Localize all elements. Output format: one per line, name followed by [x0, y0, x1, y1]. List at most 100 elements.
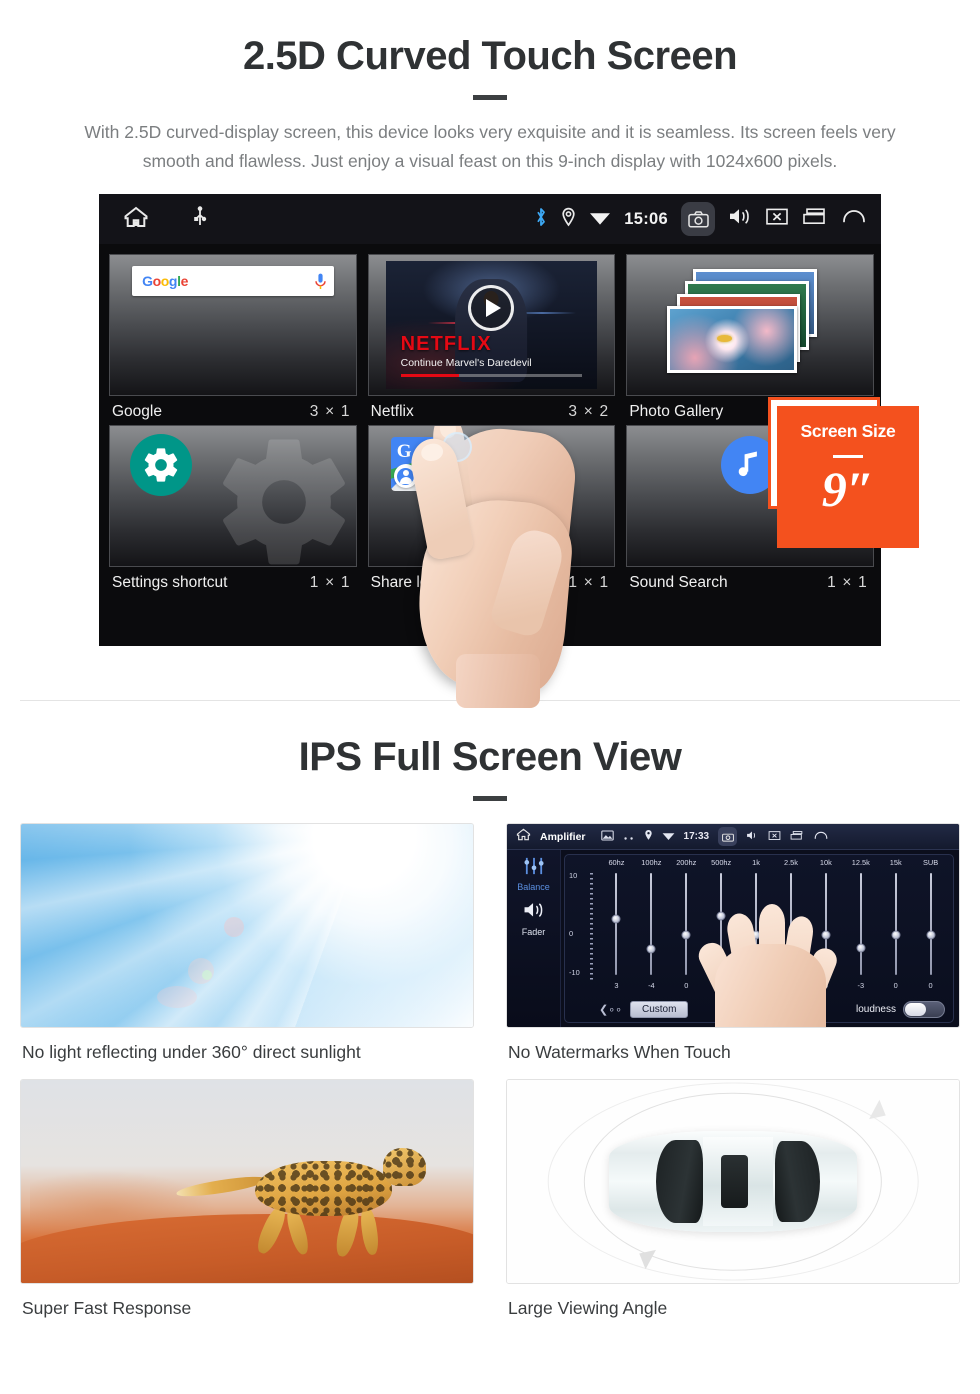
band-label: 1k [752, 858, 760, 867]
slider-track[interactable] [859, 873, 862, 975]
preset-button[interactable]: Custom [630, 1001, 689, 1018]
widget-size: 3 × 1 [309, 403, 351, 420]
close-icon[interactable] [768, 828, 781, 846]
volume-icon[interactable] [746, 828, 759, 846]
home-icon[interactable] [516, 828, 531, 846]
eq-slider-60hz[interactable]: 3 [599, 867, 634, 997]
widget-size: 1 × 1 [309, 574, 351, 591]
equalizer-panel: 60hz 100hz 200hz 500hz 1k 2.5k 10k 12.5k… [564, 854, 954, 1027]
cheetah-spots [255, 1161, 393, 1216]
widget-cell-google[interactable]: Google Google 3 × 1 [103, 250, 362, 421]
widget-size: 3 × 2 [568, 403, 610, 420]
volume-icon[interactable] [728, 207, 752, 231]
usb-icon[interactable] [193, 205, 207, 233]
recents-icon[interactable] [790, 828, 804, 846]
slider-knob[interactable] [611, 914, 621, 924]
band-label: 500hz [711, 858, 732, 867]
google-g-letter: G [396, 441, 412, 463]
page-dot[interactable] [472, 603, 508, 606]
band-label: 100hz [641, 858, 662, 867]
photo-frame-blossom [666, 306, 797, 373]
search-input[interactable]: Google [132, 266, 334, 297]
wifi-icon[interactable] [662, 828, 675, 846]
widget-meta-google: Google 3 × 1 [109, 396, 357, 421]
widget-cell-settings[interactable]: Settings shortcut 1 × 1 [103, 421, 362, 592]
fader-label[interactable]: Fader [522, 927, 546, 937]
equalizer-band-labels: 60hz 100hz 200hz 500hz 1k 2.5k 10k 12.5k… [565, 855, 953, 867]
gear-icon[interactable] [129, 434, 192, 497]
google-search-widget[interactable]: Google [109, 254, 357, 396]
eq-slider-12-5k[interactable]: -3 [843, 867, 878, 997]
loudness-toggle[interactable] [903, 1001, 945, 1018]
back-icon[interactable] [813, 828, 829, 846]
slider-track[interactable] [894, 873, 897, 975]
slider-track[interactable] [615, 873, 618, 975]
share-location-widget[interactable]: G [367, 425, 616, 567]
widget-label: Settings shortcut [112, 574, 228, 591]
widget-cell-share-location[interactable]: G Share location 1 × 1 [362, 421, 621, 592]
close-icon[interactable] [765, 207, 789, 231]
badge-divider [833, 455, 863, 458]
more-icon[interactable] [623, 828, 635, 846]
android-home-screen: 15:06 Google Google 3 × 1 NETFLIX Contin… [99, 194, 881, 646]
slider-knob[interactable] [646, 944, 656, 954]
bluetooth-icon[interactable] [534, 207, 548, 232]
camera-icon[interactable] [718, 827, 738, 846]
play-icon[interactable] [468, 285, 515, 332]
page-title: 2.5D Curved Touch Screen [242, 34, 738, 78]
feature-card-amplifier: Amplifier 17:33 Balance Fader 60hz 100hz… [506, 823, 960, 1063]
wifi-icon[interactable] [589, 208, 611, 231]
location-icon[interactable] [561, 207, 576, 232]
balance-label[interactable]: Balance [517, 882, 550, 892]
widget-label: Sound Search [629, 574, 728, 591]
page-dot[interactable] [426, 603, 462, 606]
eq-slider-100hz[interactable]: -4 [634, 867, 669, 997]
eq-slider-15k[interactable]: 0 [878, 867, 913, 997]
back-arrow-icon[interactable]: ❮∘∘ [599, 1003, 622, 1016]
location-icon[interactable] [644, 828, 653, 846]
camera-icon[interactable] [681, 202, 715, 236]
equalizer-icon[interactable] [523, 857, 545, 880]
loudness-control[interactable]: loudness [856, 1001, 945, 1018]
car-body [608, 1130, 858, 1233]
google-logo: Google [142, 273, 188, 290]
widget-cell-netflix[interactable]: NETFLIX Continue Marvel's Daredevil Netf… [362, 250, 621, 421]
slider-knob[interactable] [856, 943, 866, 953]
home-icon[interactable] [123, 206, 149, 233]
slider-knob[interactable] [681, 930, 691, 940]
touch-ripple [442, 431, 473, 462]
eq-slider-sub[interactable]: 0 [913, 867, 948, 997]
eq-slider-200hz[interactable]: 0 [669, 867, 704, 997]
cheetah-head [382, 1147, 427, 1187]
cheetah-body [255, 1161, 393, 1216]
slider-track[interactable] [650, 873, 653, 975]
page-dot-active[interactable] [518, 603, 554, 606]
band-label: 200hz [676, 858, 697, 867]
netflix-widget[interactable]: NETFLIX Continue Marvel's Daredevil [367, 254, 616, 396]
photo-gallery-widget[interactable] [626, 254, 874, 396]
band-value: 0 [893, 981, 898, 990]
card-caption: No Watermarks When Touch [508, 1042, 731, 1062]
amplifier-body: Balance Fader 60hz 100hz 200hz 500hz 1k … [507, 850, 959, 1027]
status-bar: 15:06 [99, 194, 881, 244]
slider-knob[interactable] [926, 930, 936, 940]
fader-speaker-icon[interactable] [522, 901, 546, 924]
scale-tick: 0 [569, 929, 574, 939]
touching-hand [694, 898, 841, 1027]
slider-track[interactable] [685, 873, 688, 975]
microphone-icon[interactable] [314, 273, 326, 290]
widget-meta-settings: Settings shortcut 1 × 1 [109, 567, 357, 592]
gallery-icon[interactable] [600, 828, 614, 846]
desert-scene [21, 1080, 473, 1283]
slider-track[interactable] [929, 873, 932, 975]
section-description: With 2.5D curved-display screen, this de… [84, 122, 896, 171]
band-label: 15k [889, 858, 902, 867]
scale-tick: -10 [569, 968, 580, 977]
recents-icon[interactable] [802, 207, 828, 231]
widget-cell-photo-gallery[interactable]: Photo Gallery 2 × 2 [620, 250, 879, 421]
settings-shortcut-widget[interactable] [109, 425, 357, 567]
sunroof [720, 1155, 748, 1208]
slider-knob[interactable] [891, 930, 901, 940]
back-icon[interactable] [841, 207, 867, 231]
band-label: 10k [819, 858, 832, 867]
